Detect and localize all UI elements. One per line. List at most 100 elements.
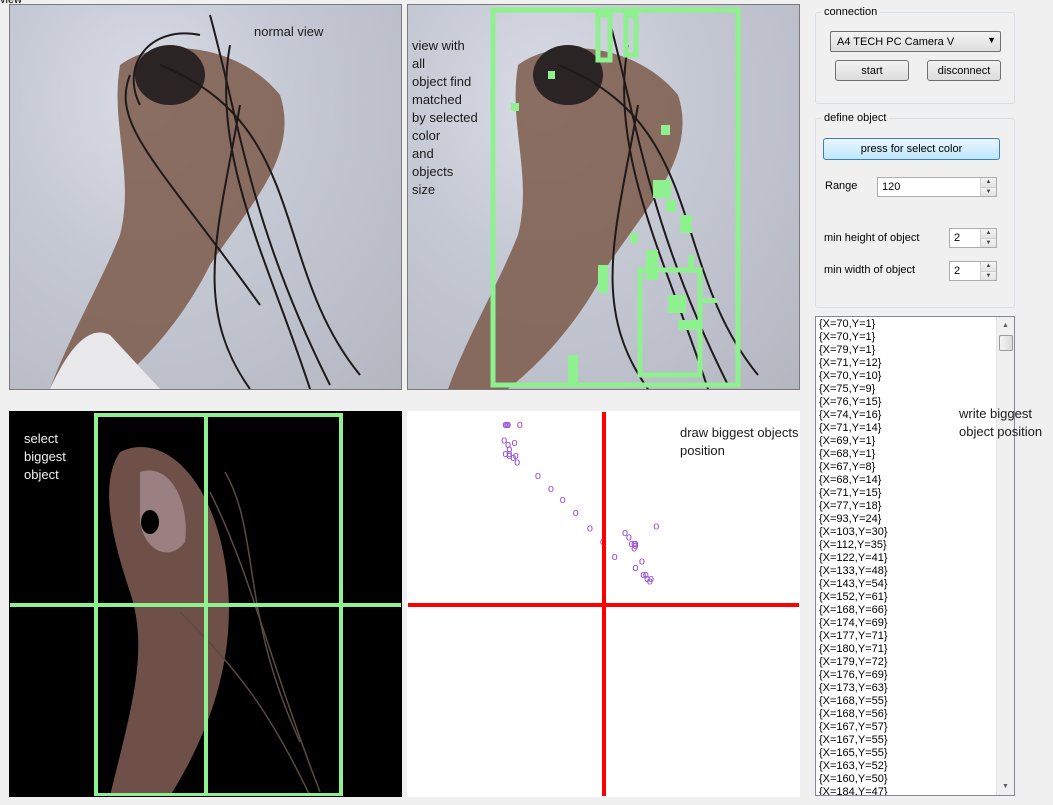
list-item[interactable]: {X=93,Y=24} — [819, 513, 996, 526]
position-marker: o — [612, 551, 618, 563]
matched-label-line: matched — [412, 92, 462, 107]
scroll-thumb[interactable] — [999, 335, 1013, 351]
list-item[interactable]: {X=160,Y=50} — [819, 773, 996, 786]
min-width-label: min width of object — [824, 264, 916, 276]
list-item[interactable]: {X=168,Y=56} — [819, 708, 996, 721]
list-item[interactable]: {X=163,Y=52} — [819, 760, 996, 773]
range-value: 120 — [882, 181, 901, 193]
list-label-line: object position — [959, 424, 1043, 439]
list-label-line: write biggest — [959, 406, 1032, 421]
list-item[interactable]: {X=112,Y=35} — [819, 539, 996, 552]
select-color-button[interactable]: press for select color — [823, 138, 1000, 160]
position-plot-label: draw biggest objects position — [680, 424, 799, 460]
list-item[interactable]: {X=71,Y=12} — [819, 357, 996, 370]
connection-group-title: connection — [821, 6, 881, 18]
list-item[interactable]: {X=71,Y=15} — [819, 487, 996, 500]
hand-photo — [50, 14, 361, 389]
biggest-label-line: object — [24, 467, 59, 482]
chevron-down-icon: ▼ — [987, 35, 996, 45]
list-item[interactable]: {X=70,Y=1} — [819, 318, 996, 331]
position-plot: ooooooooooooooooooooooooooooooooooooo — [407, 411, 800, 797]
min-height-label: min height of object — [824, 232, 920, 244]
min-height-spinner[interactable]: ▲ ▼ — [980, 229, 996, 247]
position-list-items: {X=70,Y=1} {X=70,Y=1} {X=79,Y=1} {X=71,Y=12… — [819, 318, 996, 795]
list-item[interactable]: {X=177,Y=71} — [819, 630, 996, 643]
list-item[interactable]: {X=133,Y=48} — [819, 565, 996, 578]
position-marker: o — [548, 483, 554, 495]
position-list-scrollbar[interactable]: ▲ ▼ — [996, 317, 1014, 795]
list-item[interactable]: {X=168,Y=66} — [819, 604, 996, 617]
define-object-group-title: define object — [821, 112, 890, 124]
normal-view-label: normal view — [254, 24, 324, 39]
position-marker: o — [622, 527, 628, 539]
plot-label-line: position — [680, 443, 725, 458]
list-item[interactable]: {X=179,Y=72} — [819, 656, 996, 669]
min-height-input[interactable]: 2 ▲ ▼ — [949, 228, 997, 248]
start-button[interactable]: start — [835, 60, 909, 81]
list-item[interactable]: {X=143,Y=54} — [819, 578, 996, 591]
position-marker: o — [501, 435, 507, 447]
list-item[interactable]: {X=75,Y=9} — [819, 383, 996, 396]
list-item[interactable]: {X=70,Y=1} — [819, 331, 996, 344]
list-item[interactable]: {X=68,Y=14} — [819, 474, 996, 487]
camera-select[interactable]: A4 TECH PC Camera V ▼ — [830, 31, 1001, 52]
position-marker: o — [643, 569, 649, 581]
range-input[interactable]: 120 ▲ ▼ — [877, 177, 997, 197]
position-list[interactable]: {X=70,Y=1} {X=70,Y=1} {X=79,Y=1} {X=71,Y=12… — [815, 316, 1015, 796]
spin-up-icon[interactable]: ▲ — [981, 262, 996, 271]
list-item[interactable]: {X=77,Y=18} — [819, 500, 996, 513]
position-plot-svg: ooooooooooooooooooooooooooooooooooooo — [408, 412, 799, 796]
min-width-spinner[interactable]: ▲ ▼ — [980, 262, 996, 280]
biggest-label-line: biggest — [24, 449, 66, 464]
position-marker: o — [653, 520, 659, 532]
list-item[interactable]: {X=168,Y=55} — [819, 695, 996, 708]
scroll-down-icon[interactable]: ▼ — [997, 778, 1014, 795]
list-item[interactable]: {X=68,Y=1} — [819, 448, 996, 461]
position-marker: o — [560, 494, 566, 506]
spin-down-icon[interactable]: ▼ — [981, 186, 996, 196]
biggest-object-overlay — [10, 413, 401, 796]
range-spinner[interactable]: ▲ ▼ — [980, 178, 996, 196]
min-height-value: 2 — [954, 232, 961, 244]
range-label: Range — [825, 180, 858, 192]
min-width-input[interactable]: 2 ▲ ▼ — [949, 261, 997, 281]
position-marker: o — [632, 562, 638, 574]
biggest-object-label: select biggest object — [24, 430, 66, 484]
list-item[interactable]: {X=176,Y=69} — [819, 669, 996, 682]
position-marker: o — [514, 457, 520, 469]
matched-label-line: color — [412, 128, 441, 143]
spin-up-icon[interactable]: ▲ — [981, 229, 996, 238]
position-marker: o — [639, 556, 645, 568]
list-item[interactable]: {X=167,Y=55} — [819, 734, 996, 747]
plot-label-line: draw biggest objects — [680, 425, 799, 440]
position-marker: o — [506, 450, 512, 462]
connection-group — [815, 12, 1015, 104]
list-item[interactable]: {X=152,Y=61} — [819, 591, 996, 604]
list-item[interactable]: {X=165,Y=55} — [819, 747, 996, 760]
min-width-value: 2 — [954, 265, 961, 277]
list-item[interactable]: {X=180,Y=71} — [819, 643, 996, 656]
list-item[interactable]: {X=67,Y=8} — [819, 461, 996, 474]
spin-down-icon[interactable]: ▼ — [981, 270, 996, 280]
list-item[interactable]: {X=167,Y=57} — [819, 721, 996, 734]
matched-label-line: objects — [412, 164, 454, 179]
matched-label-line: all — [412, 56, 426, 71]
list-item[interactable]: {X=70,Y=10} — [819, 370, 996, 383]
spin-down-icon[interactable]: ▼ — [981, 237, 996, 247]
spin-up-icon[interactable]: ▲ — [981, 178, 996, 187]
list-item[interactable]: {X=184,Y=47} — [819, 786, 996, 795]
position-marker: o — [535, 470, 541, 482]
list-item[interactable]: {X=173,Y=63} — [819, 682, 996, 695]
list-item[interactable]: {X=79,Y=1} — [819, 344, 996, 357]
position-marker: o — [573, 507, 579, 519]
list-item[interactable]: {X=122,Y=41} — [819, 552, 996, 565]
scroll-up-icon[interactable]: ▲ — [997, 317, 1014, 334]
biggest-object-image — [9, 411, 402, 797]
matched-label-line: and — [412, 146, 434, 161]
disconnect-button[interactable]: disconnect — [927, 60, 1001, 81]
biggest-label-line: select — [24, 431, 58, 446]
position-marker: o — [502, 419, 508, 431]
list-item[interactable]: {X=174,Y=69} — [819, 617, 996, 630]
position-marker: o — [517, 419, 523, 431]
list-item[interactable]: {X=103,Y=30} — [819, 526, 996, 539]
